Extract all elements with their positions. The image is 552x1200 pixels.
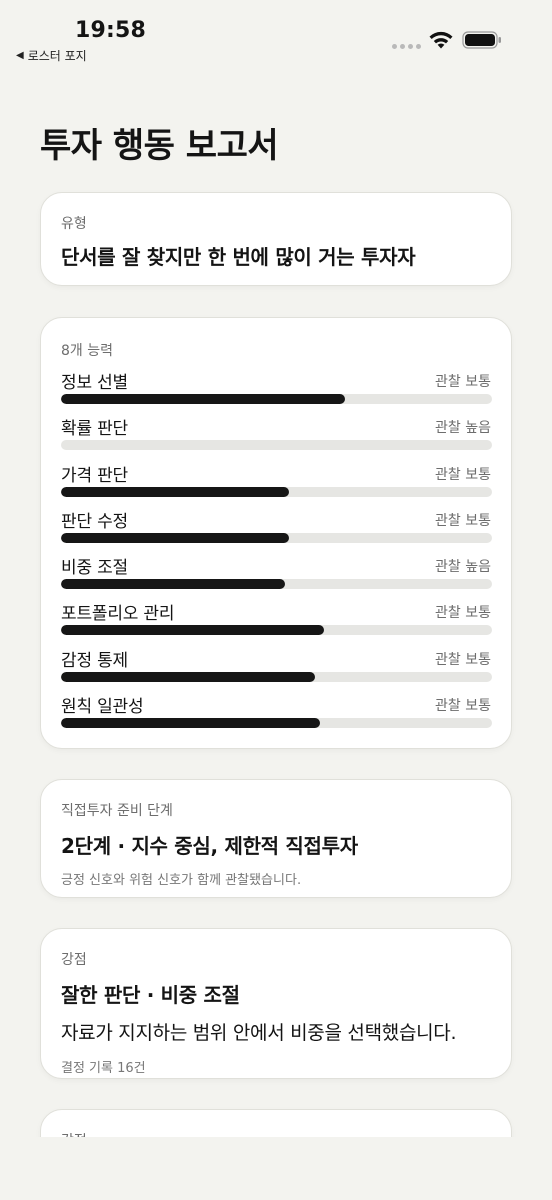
status-time: 19:58 [75,18,147,43]
type-card-label: 유형 [61,216,87,232]
ability-bar-track [61,486,492,497]
back-label: 로스터 포지 [27,49,87,63]
ability-status: 관찰 높음 [435,420,491,437]
ability-status: 관찰 보통 [435,605,491,622]
ability-list: 정보 선별 관찰 보통 확률 판단 관찰 높음 가격 판단 관찰 보통 판단 수정 관찰 보통… [61,368,492,738]
readiness-card-note: 긍정 신호와 위험 신호가 함께 관찰됐습니다. [61,873,302,888]
strength-card: 강점 잘한 판단 · 비중 조절 자료가 지지하는 범위 안에서 비중을 선택했… [40,928,512,1079]
ability-row: 감정 통제 관찰 보통 [61,646,492,692]
ability-status: 관찰 보통 [435,466,491,483]
ability-bar-fill [61,486,290,497]
ability-status: 관찰 보통 [435,374,491,390]
ability-bar-fill [61,671,316,682]
readiness-card: 직접투자 준비 단계 2단계 · 지수 중심, 제한적 직접투자 긍정 신호와 … [40,779,512,898]
ability-name: 포트폴리오 관리 [61,604,175,625]
ability-name: 원칙 일관성 [61,697,144,718]
type-card-value: 단서를 잘 찾지만 한 번에 많이 거는 투자자 [61,245,416,269]
wifi-icon [429,31,453,49]
ability-row: 판단 수정 관찰 보통 [61,507,492,553]
ability-row: 포트폴리오 관리 관찰 보통 [61,599,492,645]
ability-card: 8개 능력 정보 선별 관찰 보통 확률 판단 관찰 높음 가격 판단 관찰 보통 판단 수… [40,317,512,749]
ability-status: 관찰 보통 [435,698,491,715]
ability-bar-track [61,532,492,543]
ability-status: 관찰 높음 [435,559,491,576]
ability-row: 확률 판단 관찰 높음 [61,414,492,460]
screen: 19:58 ◀ 로스터 포지 투자 행동 보고서 유형 단서를 잘 찾지만 한 … [0,0,552,1200]
ability-row: 비중 조절 관찰 높음 [61,553,492,599]
ability-status: 관찰 보통 [435,651,491,668]
ability-bar-track [61,394,492,404]
ability-name: 확률 판단 [61,419,128,440]
ability-name: 감정 통제 [61,650,128,671]
ability-name: 비중 조절 [61,558,128,579]
status-bar: 19:58 ◀ 로스터 포지 [0,0,552,70]
back-arrow-icon: ◀ [16,50,24,61]
ability-name: 판단 수정 [61,511,128,532]
ability-name: 정보 선별 [61,373,128,393]
ability-bar-track [61,440,492,451]
signal-icon [392,44,421,49]
ability-card-label: 8개 능력 [61,343,113,359]
ability-status: 관찰 보통 [435,512,491,529]
readiness-card-value: 2단계 · 지수 중심, 제한적 직접투자 [61,834,358,858]
strength-card-value: 잘한 판단 · 비중 조절 [61,983,240,1007]
strength-card-description: 자료가 지지하는 범위 안에서 비중을 선택했습니다. [61,1022,457,1044]
ability-row: 정보 선별 관찰 보통 [61,368,492,414]
ability-bar-track [61,579,492,590]
battery-icon [462,31,501,49]
readiness-card-label: 직접투자 준비 단계 [61,803,173,819]
ability-bar-fill [61,394,346,404]
ability-row: 원칙 일관성 관찰 보통 [61,692,492,738]
strength-card-note: 결정 기록 16건 [61,1061,146,1076]
strength-card-label: 강점 [61,952,87,968]
ability-bar-track [61,625,492,636]
type-card: 유형 단서를 잘 찾지만 한 번에 많이 거는 투자자 [40,192,512,286]
ability-bar-fill [61,625,324,636]
back-to-app-link[interactable]: ◀ 로스터 포지 [16,47,87,64]
ability-row: 가격 판단 관찰 보통 [61,461,492,507]
ability-bar-fill [61,532,290,543]
ability-bar-fill [61,579,286,590]
bottom-mask [0,1137,552,1200]
page-title: 투자 행동 보고서 [40,126,279,166]
ability-bar-fill [61,718,320,729]
ability-bar-track [61,671,492,682]
ability-name: 가격 판단 [61,465,128,486]
ability-bar-track [61,718,492,729]
